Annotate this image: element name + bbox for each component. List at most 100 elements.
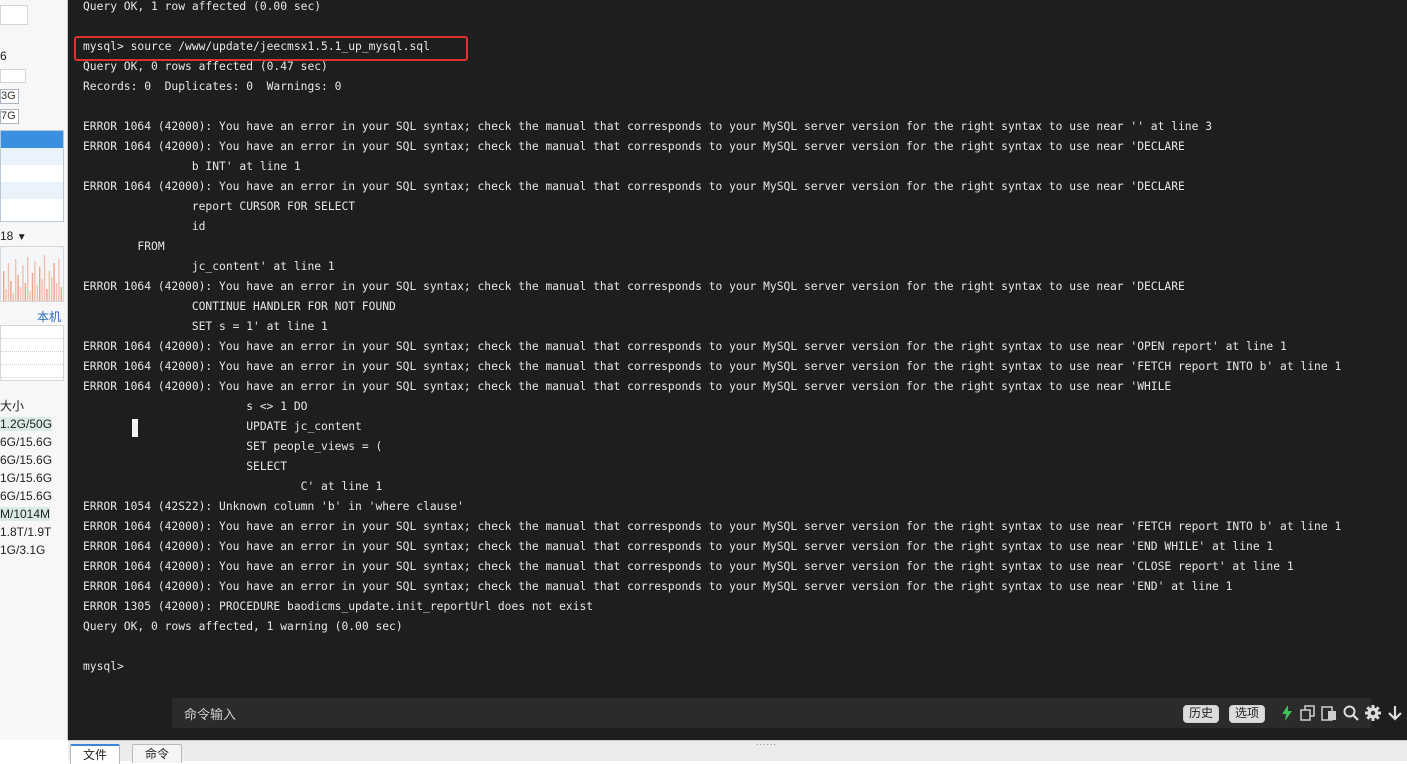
sparkline-bar: [5, 289, 7, 301]
terminal-line: s <> 1 DO: [83, 400, 308, 413]
sparkline-bar: [58, 259, 60, 301]
terminal-line: id: [83, 220, 206, 233]
terminal-line: report CURSOR FOR SELECT: [83, 200, 356, 213]
terminal-line: ERROR 1054 (42S22): Unknown column 'b' i…: [83, 500, 464, 513]
sidebar-network-list: [0, 325, 64, 381]
command-input[interactable]: [182, 702, 1086, 726]
list-item[interactable]: [1, 148, 63, 165]
history-button[interactable]: 历史: [1183, 705, 1220, 723]
bottom-tab-bar: ...... 文件 命令: [68, 737, 1407, 764]
terminal-line: Query OK, 1 row affected (0.00 sec): [83, 0, 322, 13]
terminal-line: CONTINUE HANDLER FOR NOT FOUND: [83, 300, 396, 313]
sparkline-bar: [29, 291, 31, 301]
terminal-line: ERROR 1064 (42000): You have an error in…: [83, 180, 1185, 193]
sidebar-mem-tag-2: 7G: [0, 109, 19, 124]
disk-header: 大小: [0, 399, 25, 413]
sparkline-bar: [7, 263, 10, 301]
terminal-line: ERROR 1064 (42000): You have an error in…: [83, 140, 1185, 153]
terminal-line: SELECT: [83, 460, 288, 473]
terminal-line: SET people_views = (: [83, 440, 383, 453]
sparkline-bar: [10, 281, 12, 301]
terminal-line: ERROR 1305 (42000): PROCEDURE baodicms_u…: [83, 600, 594, 613]
sparkline-bar: [46, 289, 48, 301]
disk-size: 1G/3.1G: [0, 543, 46, 557]
sidebar-local-link[interactable]: 本机: [37, 308, 61, 325]
sparkline-bar: [43, 255, 46, 301]
disk-size: 1.2G/50G: [0, 417, 53, 431]
caret-down-icon[interactable]: ▼: [17, 232, 27, 243]
list-item[interactable]: [1, 131, 63, 148]
terminal-line: mysql>: [83, 660, 124, 673]
sparkline-bar: [51, 277, 53, 301]
source-command-highlight: [74, 36, 468, 61]
terminal-line: Records: 0 Duplicates: 0 Warnings: 0: [83, 80, 342, 93]
list-item[interactable]: [1, 182, 63, 199]
sparkline-bar: [17, 275, 19, 301]
list-item: [1, 352, 63, 365]
search-icon[interactable]: [1342, 704, 1360, 722]
tab-commands[interactable]: 命令: [132, 744, 183, 763]
sidebar-activity-chart: [0, 246, 64, 302]
sparkline-bar: [53, 263, 55, 301]
terminal-line: ERROR 1064 (42000): You have an error in…: [83, 120, 1213, 133]
sparkline-bar: [34, 261, 36, 301]
tab-files[interactable]: 文件: [70, 744, 121, 764]
table-row: 6G/15.6G: [0, 451, 62, 469]
terminal-line: UPDATE jc_content: [83, 420, 362, 433]
terminal-line: FROM: [83, 240, 165, 253]
sidebar-disk-list: 大小 1.2G/50G 6G/15.6G 6G/15.6G 1G/15.6G 6…: [0, 397, 62, 559]
terminal-line: ERROR 1064 (42000): You have an error in…: [83, 280, 1185, 293]
sidebar-process-list[interactable]: [0, 130, 64, 222]
sparkline-bar: [24, 283, 26, 301]
disk-size: 6G/15.6G: [0, 435, 53, 449]
terminal-line: ERROR 1064 (42000): You have an error in…: [83, 360, 1342, 373]
table-row: 6G/15.6G: [0, 433, 62, 451]
text-cursor: [132, 419, 138, 437]
sparkline-bar: [55, 283, 58, 301]
terminal-panel[interactable]: Query OK, 1 row affected (0.00 sec) mysq…: [68, 0, 1407, 740]
sparkline-bar: [19, 287, 22, 301]
gear-icon[interactable]: [1364, 704, 1382, 722]
sparkline-bar: [3, 271, 5, 301]
sparkline-bar: [36, 285, 38, 301]
sparkline-bar: [27, 257, 29, 301]
terminal-line: SET s = 1' at line 1: [83, 320, 328, 333]
terminal-output: Query OK, 1 row affected (0.00 sec) mysq…: [83, 0, 1341, 677]
list-item[interactable]: [1, 199, 63, 216]
terminal-line: C' at line 1: [83, 480, 383, 493]
download-arrow-icon[interactable]: [1386, 704, 1404, 722]
terminal-line: ERROR 1064 (42000): You have an error in…: [83, 560, 1294, 573]
paste-icon[interactable]: [1320, 704, 1338, 722]
sparkline-bar: [12, 293, 14, 301]
sidebar-meter-bar: [0, 69, 26, 83]
lightning-icon[interactable]: [1278, 704, 1296, 722]
options-button[interactable]: 选项: [1229, 705, 1266, 723]
table-row: 1G/15.6G: [0, 469, 62, 487]
disk-size: 1.8T/1.9T: [0, 525, 52, 539]
list-item[interactable]: [1, 165, 63, 182]
sparkline-bar: [15, 259, 17, 301]
sidebar-search-box[interactable]: [0, 5, 28, 25]
sidebar-chart-label[interactable]: 18 ▼: [0, 229, 27, 243]
command-input-bar: 历史 选项: [172, 698, 1402, 728]
table-row: 1G/3.1G: [0, 541, 62, 559]
list-item: [1, 326, 63, 339]
disk-size: 6G/15.6G: [0, 489, 53, 503]
copy-icon[interactable]: [1299, 704, 1317, 722]
resize-handle[interactable]: ......: [756, 737, 777, 747]
sparkline-bar: [41, 279, 43, 301]
disk-size: 1G/15.6G: [0, 471, 53, 485]
list-item: [1, 365, 63, 378]
sparkline-bar: [48, 271, 50, 301]
table-row: 1.2G/50G: [0, 415, 62, 433]
terminal-line: Query OK, 0 rows affected, 1 warning (0.…: [83, 620, 403, 633]
sparkline-bar: [22, 265, 24, 301]
terminal-line: ERROR 1064 (42000): You have an error in…: [83, 540, 1274, 553]
disk-size: 6G/15.6G: [0, 453, 53, 467]
sparkline-bar: [60, 287, 62, 301]
sidebar-count: 6: [0, 49, 7, 63]
table-row: 1.8T/1.9T: [0, 523, 62, 541]
